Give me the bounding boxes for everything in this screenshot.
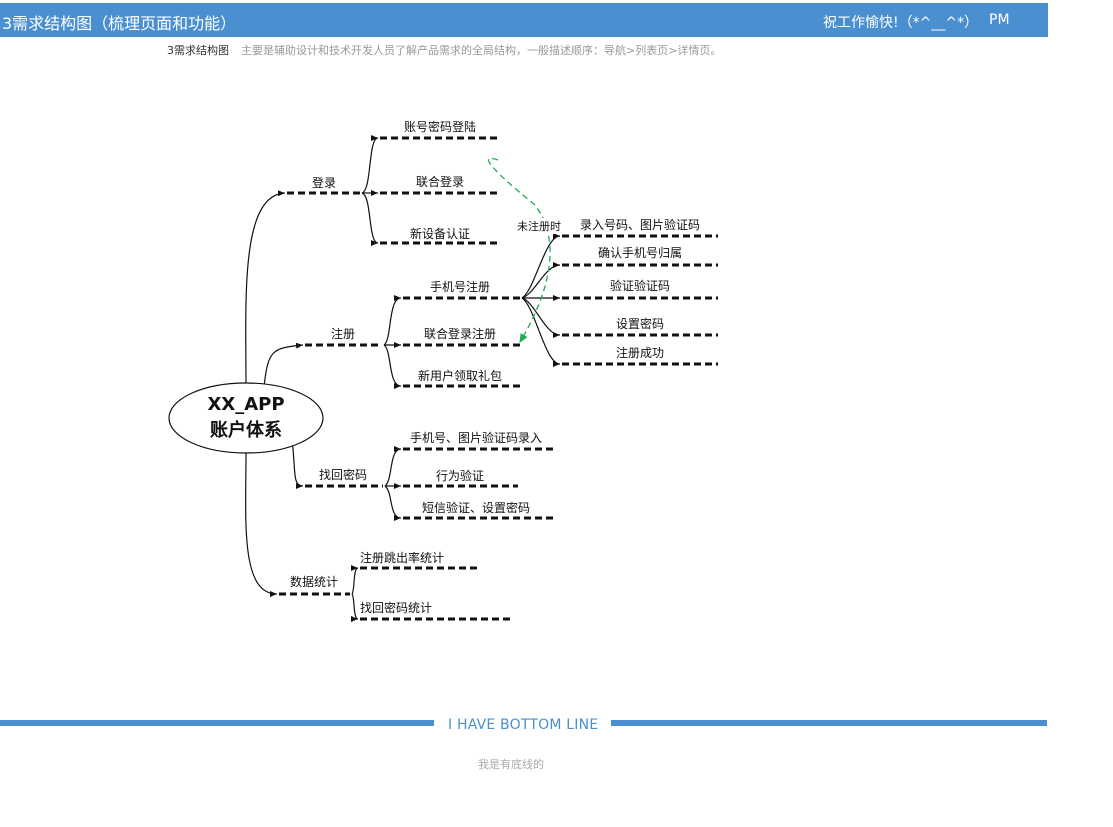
node-stats-register-bounce: 注册跳出率统计: [360, 550, 444, 565]
footer-line-right: [611, 720, 1047, 726]
node-data-stats: 数据统计: [290, 574, 338, 589]
recover-connectors: [384, 446, 402, 521]
node-register: 注册: [331, 326, 355, 341]
note-unregistered: 未注册时: [517, 219, 561, 233]
node-step-input: 录入号码、图片验证码: [580, 217, 700, 232]
node-register-gift: 新用户领取礼包: [418, 368, 502, 383]
node-step-set-password: 设置密码: [616, 316, 664, 331]
node-step-confirm-phone: 确认手机号归属: [598, 246, 682, 260]
center-node-subtitle: 账户体系: [210, 419, 282, 441]
connector-login: [245, 190, 286, 388]
unregistered-relation-arrow: [487, 157, 551, 343]
connector-stats: [245, 451, 278, 597]
mind-map-diagram: 未注册时 XX_APP 账户体系 登录 注册 找回密码 数据统计 账号密码登陆 …: [168, 119, 718, 622]
node-register-federated: 联合登录注册: [424, 326, 496, 341]
node-recover-sms: 短信验证、设置密码: [422, 500, 530, 515]
node-stats-recover: 找回密码统计: [360, 600, 432, 615]
connector-recover: [291, 439, 304, 489]
footer-subtitle: 我是有底线的: [478, 758, 544, 771]
node-recover-password: 找回密码: [319, 467, 367, 482]
node-recover-behavior: 行为验证: [436, 468, 484, 483]
register-connectors: [383, 295, 402, 389]
node-register-phone: 手机号注册: [430, 279, 490, 294]
node-login-new-device: 新设备认证: [410, 226, 470, 241]
node-login-password: 账号密码登陆: [404, 119, 476, 134]
footer-line-left: [0, 720, 434, 726]
node-login: 登录: [312, 175, 336, 190]
node-step-verify-code: 验证验证码: [610, 278, 670, 293]
footer-title: I HAVE BOTTOM LINE: [448, 717, 599, 733]
connector-register: [263, 342, 304, 388]
node-step-success: 注册成功: [616, 345, 664, 360]
node-recover-input: 手机号、图片验证码录入: [410, 430, 542, 445]
center-node-title: XX_APP: [207, 394, 284, 415]
login-connectors: [361, 135, 379, 246]
node-login-federated: 联合登录: [416, 174, 464, 189]
stats-connectors: [350, 565, 359, 622]
